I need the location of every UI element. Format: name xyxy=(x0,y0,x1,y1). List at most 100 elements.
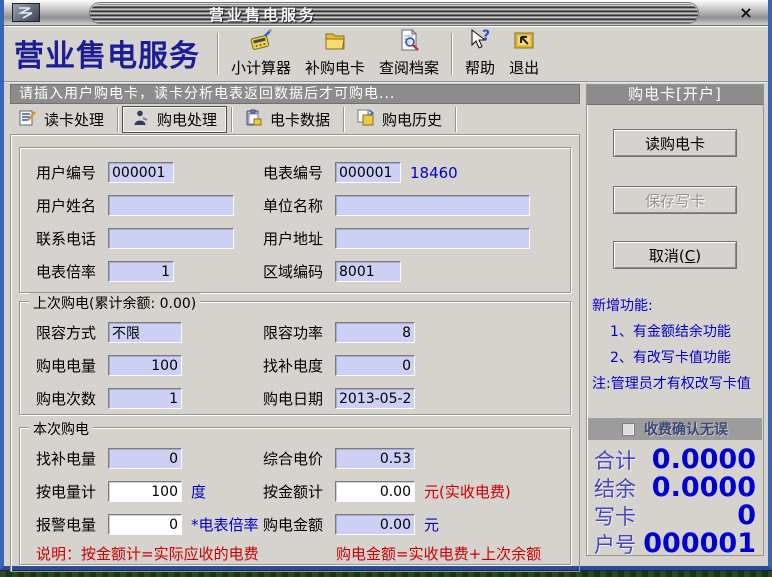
cancel-button[interactable]: 取消(C) xyxy=(613,241,737,269)
unit-price-field[interactable] xyxy=(335,448,415,469)
total-row: 户号 000001 xyxy=(594,528,756,556)
by-energy-field[interactable] xyxy=(108,481,182,502)
purchase-count-field[interactable] xyxy=(108,388,182,409)
field-label: 用户编号 xyxy=(36,162,108,183)
user-name-field[interactable] xyxy=(108,195,234,216)
form-row: 购电电量 找补电度 xyxy=(20,349,570,382)
archive-search-icon xyxy=(396,28,422,56)
region-code-field[interactable] xyxy=(335,261,401,282)
side-panel-title: 购电卡[开户] xyxy=(587,85,763,105)
limit-power-field[interactable] xyxy=(335,322,415,343)
note-right: 购电金额=实收电费+上次余额 xyxy=(336,543,541,564)
notes-item: 1、有金额结余功能 xyxy=(592,319,763,345)
tab-card-data[interactable]: 电卡数据 xyxy=(236,106,339,133)
meter-id-field[interactable] xyxy=(335,162,401,183)
toolbar-button-label: 小计算器 xyxy=(231,57,291,78)
meter-ratio-field[interactable] xyxy=(108,261,174,282)
tab-label: 电卡数据 xyxy=(270,109,330,130)
totals-block: 合计 0.0000 结余 0.0000 写卡 0 户号 000001 xyxy=(594,444,756,553)
field-label: 限容功率 xyxy=(263,322,335,343)
form-row: 限容方式 限容功率 xyxy=(20,316,570,349)
adjust-amount-field[interactable] xyxy=(108,448,182,469)
field-label: 购电次数 xyxy=(36,388,108,409)
fee-confirm-bar: 收费确认无误 xyxy=(588,418,762,440)
toolbar-button-label: 帮助 xyxy=(465,57,495,78)
user-id-field[interactable] xyxy=(108,162,174,183)
explanation-notes: 说明：按金额计=实际应收的电费 购电金额=实收电费+上次余额 xyxy=(20,543,570,564)
form-row: 用户姓名 单位名称 xyxy=(20,189,570,222)
balance-label: 结余 xyxy=(594,473,636,503)
balance-value: 0.0000 xyxy=(652,472,756,503)
side-panel: 购电卡[开户] 读购电卡 保存写卡 取消(C) 新增功能: 1、有金额结余功能 … xyxy=(586,84,764,556)
tab-label: 读卡处理 xyxy=(44,109,104,130)
desktop: 营业售电服务 × 营业售电服务 xyxy=(0,0,772,577)
toolbar-button-label: 退出 xyxy=(509,57,539,78)
amount-suffix: 元(实收电费) xyxy=(424,481,511,502)
window-logo-icon xyxy=(12,3,40,22)
field-label: 报警电量 xyxy=(36,514,108,535)
tab-purchase-process[interactable]: 购电处理 xyxy=(122,106,227,133)
notes-warning: 注:管理员才有权改写卡值 xyxy=(592,371,763,397)
group-title: 本次购电 xyxy=(29,419,93,439)
total-label: 合计 xyxy=(594,445,636,475)
form-row: 用户编号 电表编号 18460 xyxy=(20,156,570,189)
purchase-money-field[interactable] xyxy=(335,514,415,535)
calculator-button[interactable]: 小计算器 xyxy=(224,28,298,80)
field-label: 找补电量 xyxy=(36,448,108,469)
window-title: 营业售电服务 xyxy=(209,4,317,25)
repurchase-card-button[interactable]: 补购电卡 xyxy=(298,28,372,80)
form-row: 电表倍率 区域编码 xyxy=(20,255,570,288)
read-card-icon xyxy=(19,109,37,130)
field-label: 区域编码 xyxy=(263,261,335,282)
new-features-notes: 新增功能: 1、有金额结余功能 2、有改写卡值功能 注:管理员才有权改写卡值 xyxy=(587,293,763,397)
current-purchase-group: 本次购电 找补电量 综合电价 xyxy=(19,427,571,565)
tab-separator xyxy=(455,107,456,132)
by-amount-field[interactable] xyxy=(335,481,415,502)
fee-confirm-checkbox[interactable] xyxy=(622,423,635,436)
form-row: 按电量计 度 按金额计 元(实收电费) xyxy=(20,475,570,508)
svg-text:?: ? xyxy=(482,28,490,44)
help-button[interactable]: ? 帮助 xyxy=(458,28,502,80)
save-write-card-button: 保存写卡 xyxy=(613,186,737,214)
view-archive-button[interactable]: 查阅档案 xyxy=(372,28,446,80)
form-row: 报警电量 *电表倍率 购电金额 元 xyxy=(20,508,570,541)
tab-purchase-history[interactable]: 购电历史 xyxy=(348,106,451,133)
notes-title: 新增功能: xyxy=(592,293,763,319)
toolbar-separator xyxy=(451,33,453,75)
total-row: 写卡 0 xyxy=(594,500,756,528)
help-icon: ? xyxy=(467,28,493,56)
unit-suffix: 度 xyxy=(191,481,206,502)
field-label: 电表倍率 xyxy=(36,261,108,282)
calculator-icon xyxy=(248,28,274,56)
close-icon[interactable]: × xyxy=(736,3,756,23)
page-title: 营业售电服务 xyxy=(4,31,212,77)
phone-field[interactable] xyxy=(108,228,234,249)
field-label: 购电日期 xyxy=(263,388,335,409)
purchase-date-field[interactable] xyxy=(335,388,415,409)
address-field[interactable] xyxy=(335,228,530,249)
limit-mode-field[interactable] xyxy=(108,322,182,343)
content-area: 请插入用户购电卡，读卡分析电表返回数据后才可购电... 读卡处理 xyxy=(10,84,764,556)
cancel-accel: C xyxy=(685,247,695,265)
exit-button[interactable]: 退出 xyxy=(502,28,546,80)
org-name-field[interactable] xyxy=(335,195,530,216)
titlebar: 营业售电服务 × xyxy=(4,0,768,26)
tab-separator xyxy=(231,107,232,132)
field-label: 电表编号 xyxy=(263,162,335,183)
note-left: 说明：按金额计=实际应收的电费 xyxy=(36,543,336,564)
tab-read-card[interactable]: 读卡处理 xyxy=(10,106,113,133)
read-purchase-card-button[interactable]: 读购电卡 xyxy=(613,129,737,157)
toolbar-button-label: 补购电卡 xyxy=(305,57,365,78)
field-label: 找补电度 xyxy=(263,355,335,376)
card-data-icon xyxy=(245,109,263,130)
titlebar-stripes xyxy=(90,3,698,23)
purchase-form-panel: 用户编号 电表编号 18460 用户姓名 xyxy=(10,134,580,572)
status-message: 请插入用户购电卡，读卡分析电表返回数据后才可购电... xyxy=(10,84,580,104)
purchase-energy-field[interactable] xyxy=(108,355,182,376)
total-value: 0.0000 xyxy=(652,444,756,475)
meter-serial-text: 18460 xyxy=(410,164,458,182)
fee-confirm-label: 收费确认无误 xyxy=(644,419,728,439)
adjust-energy-field[interactable] xyxy=(335,355,415,376)
yuan-suffix: 元 xyxy=(424,514,439,535)
alarm-energy-field[interactable] xyxy=(108,514,182,535)
